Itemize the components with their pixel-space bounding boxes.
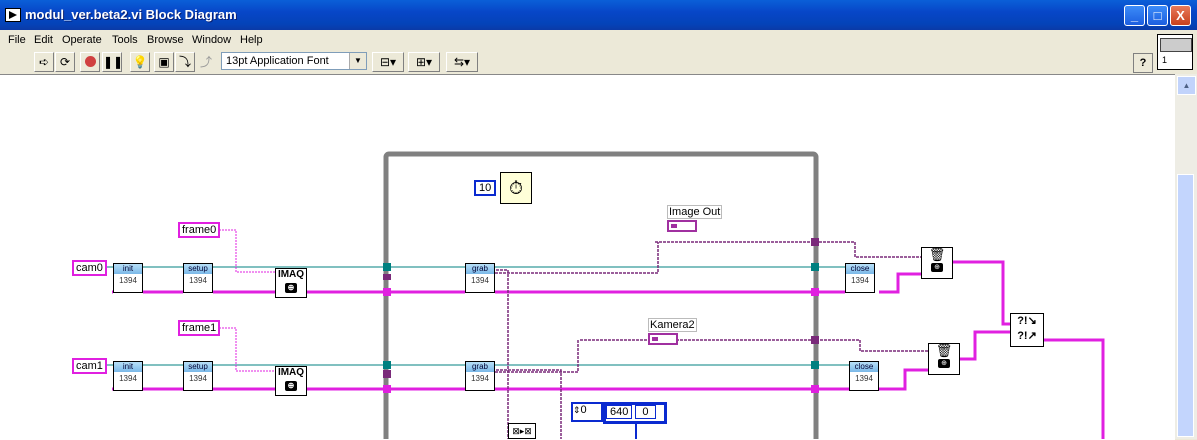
init-1394-node-cam1[interactable]: init 1394 xyxy=(113,361,143,391)
grab-1394-node-cam1[interactable]: grab 1394 xyxy=(465,361,495,391)
close-button[interactable]: X xyxy=(1170,5,1191,26)
menu-file[interactable]: File xyxy=(8,34,26,46)
font-dropdown[interactable]: 13pt Application Font ▼ xyxy=(221,52,367,70)
cluster-height-value: 0 xyxy=(635,405,656,419)
imaq-dispose-node-2[interactable]: 🗑 ⊕ xyxy=(928,343,960,375)
imaq-create-node-frame0[interactable]: IMAQ ⊕ xyxy=(275,268,307,298)
menu-bar: File Edit Operate Tools Browse Window He… xyxy=(0,30,1157,50)
imaq-image-icon: ⊕ xyxy=(285,283,297,293)
kamera2-label: Kamera2 xyxy=(648,318,697,332)
merge-arrow-icon: ↘ xyxy=(1027,315,1037,327)
close-1394-node-cam0[interactable]: close 1394 xyxy=(845,263,875,293)
unbundle-node[interactable]: ⊠▸⊠ xyxy=(508,423,536,439)
distribute-objects-button[interactable]: ⊞▾ xyxy=(408,52,440,72)
cam1-constant[interactable]: cam1 xyxy=(72,358,107,374)
kamera2-indicator[interactable] xyxy=(648,333,678,345)
scrollbar-thumb[interactable] xyxy=(1177,174,1194,437)
frame1-constant[interactable]: frame1 xyxy=(178,320,221,336)
highlight-execution-icon[interactable]: 💡 xyxy=(130,52,150,72)
imaq-create-node-frame1[interactable]: IMAQ ⊕ xyxy=(275,366,307,396)
setup-1394-node-cam0[interactable]: setup 1394 xyxy=(183,263,213,293)
font-dropdown-value: 13pt Application Font xyxy=(226,55,329,67)
close-1394-node-cam1[interactable]: close 1394 xyxy=(849,361,879,391)
retain-wire-values-icon[interactable]: ▣ xyxy=(154,52,174,72)
menu-tools[interactable]: Tools xyxy=(112,34,138,46)
reorder-button[interactable]: ⇆▾ xyxy=(446,52,478,72)
cluster-width-value: 640 xyxy=(606,405,633,419)
run-arrow-icon[interactable]: ➪ xyxy=(34,52,54,72)
minimize-button[interactable]: _ xyxy=(1124,5,1145,26)
spin-arrow-icon: ⇕ xyxy=(573,405,581,415)
imaq-dispose-node-1[interactable]: 🗑 ⊕ xyxy=(921,247,953,279)
vi-icon-number: 1 xyxy=(1162,55,1168,65)
while-loop-border xyxy=(383,151,819,439)
imaq-image-icon: ⊕ xyxy=(285,381,297,391)
imaq-image-icon: ⊕ xyxy=(938,359,950,368)
setup-1394-node-cam1[interactable]: setup 1394 xyxy=(183,361,213,391)
abort-icon[interactable] xyxy=(80,52,100,72)
labview-app-icon[interactable] xyxy=(5,8,21,22)
step-out-icon[interactable]: ⤴ xyxy=(196,52,216,72)
run-continuously-icon[interactable]: ⟳ xyxy=(55,52,75,72)
maximize-button[interactable]: □ xyxy=(1147,5,1168,26)
menu-browse[interactable]: Browse xyxy=(147,34,184,46)
menu-help[interactable]: Help xyxy=(240,34,263,46)
vi-icon[interactable]: 1 xyxy=(1157,34,1193,70)
scroll-up-icon[interactable]: ▲ xyxy=(1177,76,1196,95)
vertical-scrollbar[interactable]: ▲ xyxy=(1175,74,1197,439)
wait-ms-constant[interactable]: 10 xyxy=(474,180,497,196)
wait-ms-metronome-icon[interactable]: ⏱ xyxy=(500,172,532,204)
align-objects-button[interactable]: ⊟▾ xyxy=(372,52,404,72)
cluster-constant-index[interactable]: ⇕0 xyxy=(571,402,603,422)
toolbar: ➪ ⟳ ❚❚ 💡 ▣ ⤵ ⤴ xyxy=(0,50,1157,74)
menu-edit[interactable]: Edit xyxy=(34,34,53,46)
frame0-constant[interactable]: frame0 xyxy=(178,222,221,238)
chevron-down-icon: ▼ xyxy=(349,53,366,69)
title-bar: modul_ver.beta2.vi Block Diagram _ □ X xyxy=(0,0,1197,30)
cam0-constant[interactable]: cam0 xyxy=(72,260,107,276)
wire-layer xyxy=(103,151,1105,439)
step-into-icon[interactable]: ⤵ xyxy=(175,52,195,72)
menu-window[interactable]: Window xyxy=(192,34,231,46)
grab-1394-node-cam0[interactable]: grab 1394 xyxy=(465,263,495,293)
pause-icon[interactable]: ❚❚ xyxy=(102,52,123,72)
merge-arrow-icon: ↗ xyxy=(1027,330,1037,342)
imaq-image-icon: ⊕ xyxy=(931,263,943,272)
image-out-label: Image Out xyxy=(667,205,723,219)
init-1394-node-cam0[interactable]: init 1394 xyxy=(113,263,143,293)
merge-errors-node[interactable]: ?!↘ ?!↗ xyxy=(1010,313,1044,347)
menu-operate[interactable]: Operate xyxy=(62,34,102,46)
window-title: modul_ver.beta2.vi Block Diagram xyxy=(25,7,237,22)
context-help-button[interactable]: ? xyxy=(1133,53,1153,73)
image-out-indicator[interactable] xyxy=(667,220,697,232)
cluster-constant-size[interactable]: 640 0 xyxy=(603,402,667,424)
